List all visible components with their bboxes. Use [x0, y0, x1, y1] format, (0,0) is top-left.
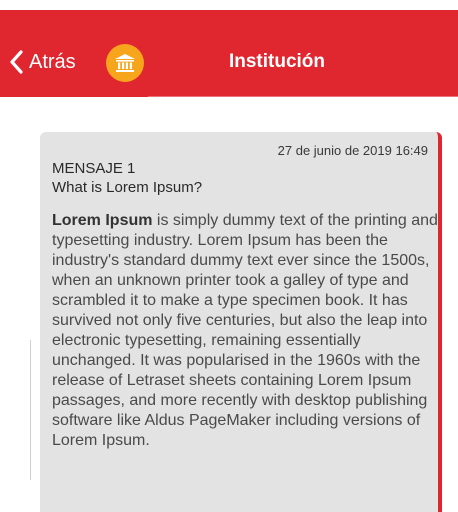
message-date: 27 de junio de 2019 16:49	[277, 143, 428, 158]
navigation-bar: Atrás Institución	[0, 10, 458, 97]
back-button[interactable]: Atrás	[8, 49, 76, 75]
scroll-edge-line	[30, 340, 31, 480]
message-subject: What is Lorem Ipsum?	[52, 179, 203, 196]
back-label: Atrás	[29, 51, 76, 73]
message-body: Lorem Ipsum is simply dummy text of the …	[52, 211, 438, 451]
page-title: Institución	[228, 51, 326, 72]
message-body-text: is simply dummy text of the printing and…	[52, 212, 438, 449]
chevron-left-icon	[10, 50, 23, 74]
message-body-bold: Lorem Ipsum	[52, 212, 153, 229]
status-bar	[0, 0, 458, 10]
message-number: MENSAJE 1	[52, 160, 136, 177]
bank-building-icon	[115, 54, 135, 72]
institution-icon	[106, 44, 144, 82]
message-card[interactable]: 27 de junio de 2019 16:49 MENSAJE 1 What…	[40, 132, 442, 512]
